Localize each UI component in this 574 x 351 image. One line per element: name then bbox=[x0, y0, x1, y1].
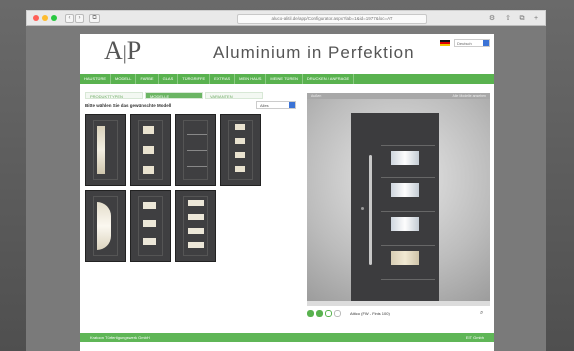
new-tab-icon[interactable]: + bbox=[531, 14, 541, 23]
filter-label: Alles bbox=[260, 103, 269, 108]
door-window bbox=[391, 217, 419, 231]
door-window bbox=[391, 183, 419, 197]
german-flag-icon bbox=[440, 40, 450, 46]
groove-line bbox=[381, 245, 435, 246]
model-thumbnail[interactable] bbox=[175, 114, 216, 186]
settings-icon[interactable]: ⚙ bbox=[487, 14, 497, 23]
view-option-button[interactable] bbox=[325, 310, 332, 317]
door-window bbox=[391, 251, 419, 265]
footer-credit[interactable]: EIT Gmbh bbox=[466, 333, 484, 342]
language-label: Deutsch bbox=[457, 41, 472, 46]
menu-item-haustuere[interactable]: HAUSTÜRE bbox=[80, 74, 112, 84]
site-title: Aluminium in Perfektion bbox=[213, 43, 415, 62]
tab-varianten[interactable]: VARIANTEN bbox=[205, 92, 263, 99]
glass-insert bbox=[143, 220, 156, 227]
model-filter-select[interactable]: Alles bbox=[256, 101, 296, 109]
glass-insert bbox=[188, 228, 204, 234]
groove-line bbox=[187, 134, 207, 135]
model-thumbnail[interactable] bbox=[85, 114, 126, 186]
menu-item-mein-haus[interactable]: MEIN HAUS bbox=[235, 74, 267, 84]
glass-insert bbox=[188, 242, 204, 248]
chevron-down-icon bbox=[483, 40, 489, 46]
screen-frame: ‹ › ⧉ aluco-alitil.de/app/Configurator.a… bbox=[0, 0, 574, 351]
glass-insert bbox=[235, 124, 245, 130]
glass-insert bbox=[235, 152, 245, 158]
main-menu: HAUSTÜRE MODELL FARBE GLAS TÜRGRIFFE EXT… bbox=[80, 74, 494, 84]
preview-controls bbox=[307, 310, 341, 317]
groove-line bbox=[381, 279, 435, 280]
configurator-page: A|P Aluminium in Perfektion Deutsch HAUS… bbox=[80, 34, 494, 351]
back-button[interactable]: ‹ bbox=[65, 14, 74, 23]
model-prompt: Bitte wählen Sie das gewünschte Modell bbox=[85, 103, 172, 108]
footer-company: Kratoon Türfertigungswerk GmbH bbox=[90, 335, 150, 340]
groove-line bbox=[381, 211, 435, 212]
tab-modelle[interactable]: MODELLE bbox=[145, 92, 203, 99]
model-thumbnail[interactable] bbox=[175, 190, 216, 262]
door-lock bbox=[361, 207, 364, 210]
chevron-down-icon bbox=[289, 102, 295, 108]
preview-view-label: Außen bbox=[311, 94, 322, 98]
glass-strip bbox=[97, 126, 105, 174]
glass-insert bbox=[143, 166, 154, 174]
preview-header: Außen Alle Modelle ansehen bbox=[307, 93, 490, 99]
glass-insert bbox=[235, 166, 245, 172]
menu-item-tuergriffe[interactable]: TÜRGRIFFE bbox=[178, 74, 211, 84]
glass-insert bbox=[143, 146, 154, 154]
door-preview[interactable]: Außen Alle Modelle ansehen bbox=[307, 93, 490, 306]
share-icon[interactable]: ⇧ bbox=[503, 14, 513, 23]
forward-button[interactable]: › bbox=[75, 14, 84, 23]
glass-insert bbox=[143, 126, 154, 134]
tab-bar: PRODUKTTYPEN MODELLE VARIANTEN bbox=[85, 92, 263, 99]
browser-viewport: A|P Aluminium in Perfektion Deutsch HAUS… bbox=[26, 26, 546, 351]
view-inside-button[interactable] bbox=[316, 310, 323, 317]
glass-insert bbox=[188, 200, 204, 206]
zoom-dot[interactable] bbox=[51, 15, 57, 21]
site-footer: Kratoon Türfertigungswerk GmbH EIT Gmbh bbox=[80, 333, 494, 342]
minimize-dot[interactable] bbox=[42, 15, 48, 21]
close-dot[interactable] bbox=[33, 15, 39, 21]
sidebar-button[interactable]: ⧉ bbox=[89, 14, 100, 23]
menu-item-extras[interactable]: EXTRAS bbox=[210, 74, 236, 84]
preview-floor bbox=[307, 301, 490, 306]
preview-all-models-link[interactable]: Alle Modelle ansehen bbox=[453, 93, 486, 99]
selected-model-label: Attico (FW - Finis 100) bbox=[350, 311, 390, 316]
view-option-button[interactable] bbox=[334, 310, 341, 317]
menu-item-glas[interactable]: GLAS bbox=[159, 74, 179, 84]
door-window bbox=[391, 151, 419, 165]
brand-logo: A|P bbox=[104, 36, 142, 65]
menu-item-meine-tueren[interactable]: MEINE TÜREN bbox=[266, 74, 303, 84]
groove-line bbox=[187, 166, 207, 167]
glass-insert bbox=[235, 138, 245, 144]
glass-insert bbox=[143, 202, 156, 209]
groove-line bbox=[187, 150, 207, 151]
browser-toolbar: ‹ › ⧉ aluco-alitil.de/app/Configurator.a… bbox=[26, 10, 546, 26]
groove-line bbox=[381, 145, 435, 146]
address-bar[interactable]: aluco-alitil.de/app/Configurator.aspx?la… bbox=[237, 14, 427, 24]
tab-produkttypen[interactable]: PRODUKTTYPEN bbox=[85, 92, 143, 99]
menu-item-drucken[interactable]: DRUCKEN / ANFRAGE bbox=[303, 74, 355, 84]
model-thumbnail[interactable] bbox=[220, 114, 261, 186]
glass-insert bbox=[188, 214, 204, 220]
door-handle bbox=[369, 155, 372, 265]
groove-line bbox=[381, 177, 435, 178]
view-outside-button[interactable] bbox=[307, 310, 314, 317]
glass-arc bbox=[97, 202, 111, 250]
model-thumbnail[interactable] bbox=[130, 190, 171, 262]
model-thumbnail[interactable] bbox=[85, 190, 126, 262]
model-thumbnail[interactable] bbox=[130, 114, 171, 186]
menu-item-modell[interactable]: MODELL bbox=[111, 74, 137, 84]
preview-door bbox=[351, 113, 439, 305]
tabs-icon[interactable]: ⧉ bbox=[517, 14, 527, 23]
menu-item-farbe[interactable]: FARBE bbox=[136, 74, 159, 84]
glass-insert bbox=[143, 238, 156, 245]
language-select[interactable]: Deutsch bbox=[454, 39, 490, 47]
zoom-icon[interactable]: ⌕ bbox=[480, 310, 483, 317]
